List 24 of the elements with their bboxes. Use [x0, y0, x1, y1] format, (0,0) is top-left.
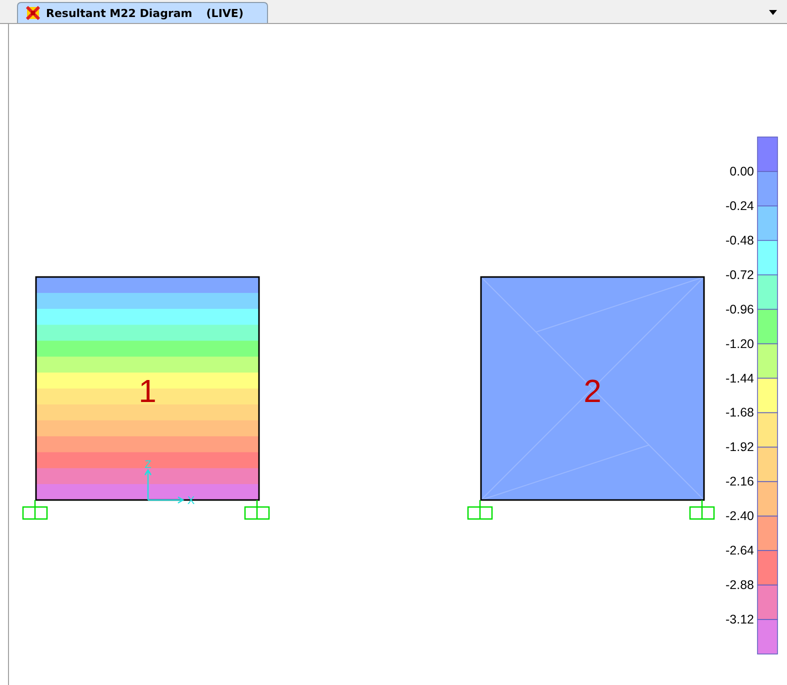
support-icon — [244, 500, 270, 520]
legend-value: -2.64 — [726, 544, 754, 558]
legend-value: -1.44 — [726, 371, 754, 386]
plate-number: 1 — [138, 373, 156, 409]
legend-value: -1.92 — [726, 440, 754, 454]
legend-value: -1.68 — [726, 406, 754, 420]
legend-value: -0.96 — [726, 302, 754, 316]
legend-value: -0.24 — [726, 198, 754, 213]
legend-value: -3.12 — [726, 612, 754, 627]
legend-value: -0.48 — [726, 233, 754, 248]
legend-value: -2.16 — [726, 474, 754, 489]
plate-number: 2 — [584, 373, 602, 409]
support-icon — [467, 500, 493, 520]
legend-value: -2.40 — [726, 509, 754, 524]
axis-label: Z — [144, 459, 152, 471]
legend-value: -2.88 — [726, 578, 754, 592]
legend-value: 0.00 — [730, 164, 754, 178]
app-icon — [26, 6, 40, 20]
legend-value: -0.72 — [726, 268, 754, 282]
legend-value: -1.20 — [726, 336, 754, 351]
support-icon — [689, 500, 715, 520]
dropdown-arrow-icon[interactable] — [769, 10, 777, 15]
support-icon — [22, 500, 48, 520]
diagram-tab[interactable]: Resultant M22 Diagram (LIVE) — [17, 2, 268, 23]
